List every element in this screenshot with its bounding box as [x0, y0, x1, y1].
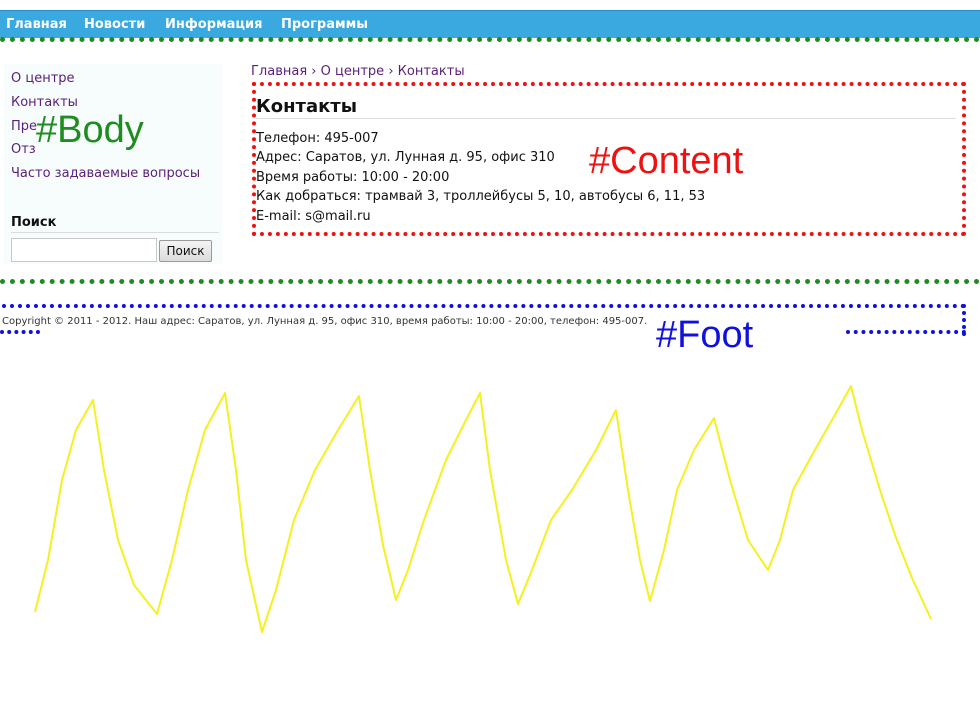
yellow-scribble-drawing: [34, 385, 932, 633]
scribble-line: [34, 385, 932, 633]
